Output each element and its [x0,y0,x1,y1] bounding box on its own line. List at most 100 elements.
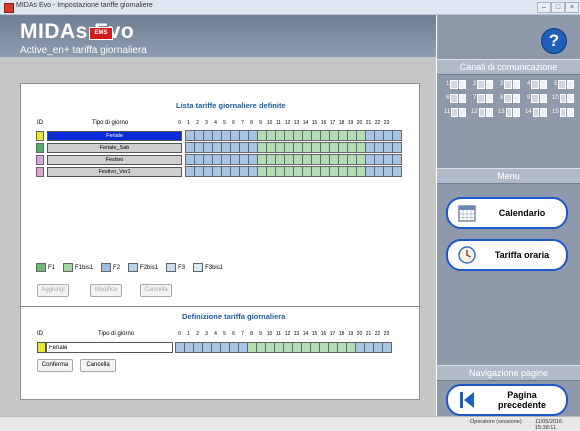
hour-cell[interactable] [311,343,320,352]
hour-cell[interactable] [195,155,204,164]
channel-indicator[interactable]: 4 [525,79,547,89]
hour-cell[interactable] [393,167,402,176]
channel-indicator[interactable]: 13 [498,107,520,117]
edit-button[interactable]: Modifica [90,284,122,297]
hour-cell[interactable] [212,343,221,352]
hour-cell[interactable] [186,131,195,140]
hour-cell[interactable] [258,167,267,176]
hour-cell[interactable] [176,343,185,352]
channel-indicator[interactable]: 5 [552,79,574,89]
hour-cell[interactable] [321,167,330,176]
hour-cell[interactable] [267,131,276,140]
hour-cell[interactable] [366,131,375,140]
hour-cell[interactable] [348,167,357,176]
hour-cell[interactable] [276,143,285,152]
channel-indicator[interactable]: 7 [471,93,493,103]
hour-cell[interactable] [221,343,230,352]
hour-cell[interactable] [230,343,239,352]
hour-cell[interactable] [213,131,222,140]
hour-cell[interactable] [366,167,375,176]
channel-indicator[interactable]: 15 [552,107,574,117]
hour-cell[interactable] [348,143,357,152]
hour-cell[interactable] [276,167,285,176]
hour-cell[interactable] [213,155,222,164]
close-button[interactable]: × [565,2,579,13]
hour-cell[interactable] [267,167,276,176]
hour-cell[interactable] [384,155,393,164]
hour-cell[interactable] [266,343,275,352]
hour-cell[interactable] [240,143,249,152]
hour-cell[interactable] [303,131,312,140]
hour-cell[interactable] [195,143,204,152]
hour-cell[interactable] [339,167,348,176]
hour-cell[interactable] [393,155,402,164]
hour-cell[interactable] [203,343,212,352]
confirm-button[interactable]: Conferma [37,359,73,372]
hour-cell[interactable] [393,131,402,140]
day-name-input[interactable] [46,342,173,353]
hour-cell[interactable] [384,143,393,152]
hour-cell[interactable] [384,167,393,176]
hour-cell[interactable] [267,155,276,164]
hour-cell[interactable] [384,131,393,140]
hour-cell[interactable] [330,167,339,176]
hour-cell[interactable] [258,143,267,152]
row-hour-grid[interactable] [185,166,402,177]
row-hour-grid[interactable] [185,142,402,153]
table-row[interactable]: Festivo [36,154,402,165]
hour-cell[interactable] [195,131,204,140]
hour-cell[interactable] [186,167,195,176]
hour-cell[interactable] [383,343,392,352]
hour-cell[interactable] [186,143,195,152]
hour-cell[interactable] [186,155,195,164]
hour-cell[interactable] [356,343,365,352]
hour-cell[interactable] [285,143,294,152]
hour-cell[interactable] [276,155,285,164]
hour-cell[interactable] [375,131,384,140]
hour-cell[interactable] [312,143,321,152]
def-color-swatch[interactable] [37,342,46,353]
hour-cell[interactable] [339,131,348,140]
hour-cell[interactable] [393,143,402,152]
hour-cell[interactable] [293,343,302,352]
hour-cell[interactable] [302,343,311,352]
hour-cell[interactable] [222,131,231,140]
hour-cell[interactable] [303,167,312,176]
hour-cell[interactable] [365,343,374,352]
hour-cell[interactable] [231,143,240,152]
hour-cell[interactable] [195,167,204,176]
hour-cell[interactable] [357,131,366,140]
hour-cell[interactable] [240,167,249,176]
help-icon[interactable]: ? [541,28,567,54]
hour-cell[interactable] [330,143,339,152]
hour-cell[interactable] [240,131,249,140]
hour-cell[interactable] [285,167,294,176]
hour-cell[interactable] [240,155,249,164]
hour-cell[interactable] [357,143,366,152]
channel-indicator[interactable]: 10 [552,93,574,103]
table-row[interactable]: Festivo_Ver1 [36,166,402,177]
hour-cell[interactable] [294,155,303,164]
hour-cell[interactable] [312,131,321,140]
hour-cell[interactable] [375,167,384,176]
hour-cell[interactable] [258,155,267,164]
row-hour-grid[interactable] [185,130,402,141]
hour-cell[interactable] [348,131,357,140]
hour-cell[interactable] [330,131,339,140]
hour-cell[interactable] [348,155,357,164]
hour-cell[interactable] [294,143,303,152]
cancel-button[interactable]: Cancella [80,359,116,372]
hour-cell[interactable] [321,131,330,140]
channel-indicator[interactable]: 8 [498,93,520,103]
hour-cell[interactable] [312,167,321,176]
hour-cell[interactable] [249,155,258,164]
hour-cell[interactable] [248,343,257,352]
hour-cell[interactable] [222,167,231,176]
hour-cell[interactable] [366,143,375,152]
calendar-button[interactable]: Calendario [446,197,568,229]
table-row[interactable]: Feriale_Sab [36,142,402,153]
hour-cell[interactable] [204,131,213,140]
hour-cell[interactable] [204,143,213,152]
def-hour-grid[interactable] [175,342,392,353]
hour-cell[interactable] [213,167,222,176]
